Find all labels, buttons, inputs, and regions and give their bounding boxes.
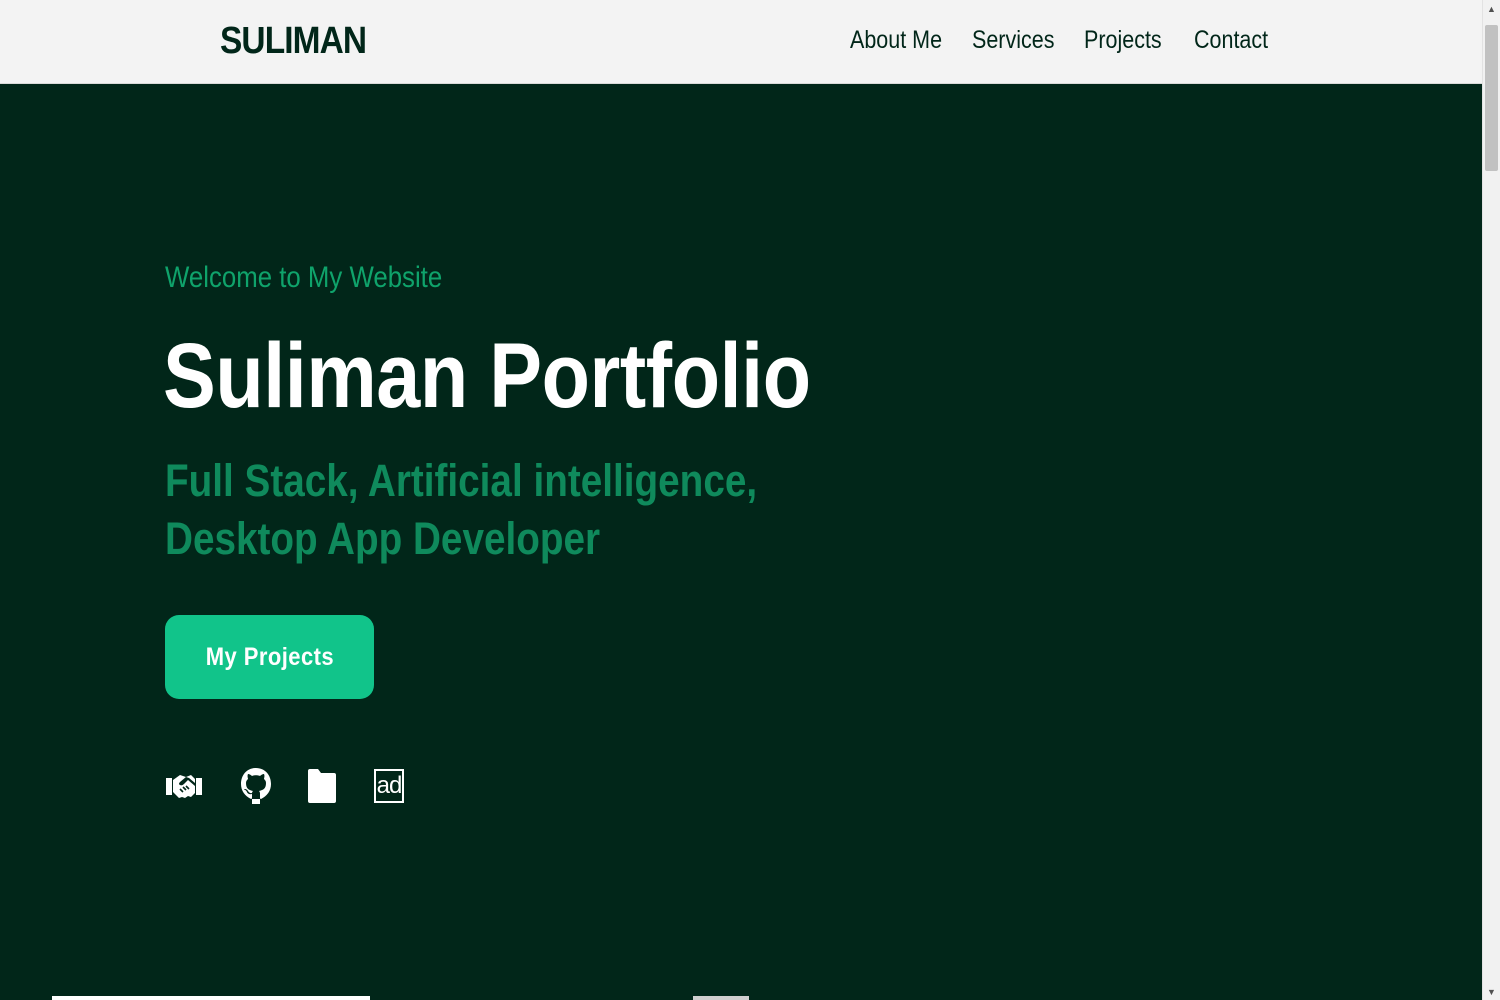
scrollbar[interactable]: ▲ ▼	[1482, 0, 1500, 1000]
scroll-up-arrow-icon[interactable]: ▲	[1483, 0, 1500, 17]
nav-link-projects[interactable]: Projects	[1084, 24, 1162, 56]
scrollbar-thumb[interactable]	[1485, 25, 1498, 171]
bottom-bar-right	[693, 996, 749, 1000]
navbar: SULIMAN About Me Services Projects Conta…	[0, 0, 1482, 84]
page: SULIMAN About Me Services Projects Conta…	[0, 0, 1500, 1000]
nav-link-about-me[interactable]: About Me	[850, 24, 942, 56]
my-projects-button-label: My Projects	[205, 642, 334, 671]
ad-icon[interactable]: ad	[369, 766, 409, 806]
file-icon-svg	[308, 769, 336, 803]
welcome-text: Welcome to My Website	[165, 261, 443, 294]
bottom-bar-left	[52, 996, 370, 1000]
hero-section: Welcome to My Website Suliman Portfolio …	[0, 84, 1482, 1000]
file-icon[interactable]	[302, 766, 342, 806]
hero-subtitle-line-1: Full Stack, Artificial intelligence,	[165, 455, 758, 506]
ad-icon-box: ad	[374, 769, 404, 803]
scroll-down-arrow-icon[interactable]: ▼	[1483, 983, 1500, 1000]
handshake-icon-svg	[166, 775, 202, 798]
hero-subtitle: Full Stack, Artificial intelligence, Des…	[165, 452, 853, 568]
nav-link-services[interactable]: Services	[972, 24, 1054, 56]
nav-link-contact[interactable]: Contact	[1194, 24, 1268, 56]
hero-title: Suliman Portfolio	[163, 325, 811, 427]
brand-logo[interactable]: SULIMAN	[220, 18, 367, 64]
github-icon[interactable]	[236, 766, 276, 806]
hero-subtitle-line-2: Desktop App Developer	[165, 513, 601, 564]
my-projects-button[interactable]: My Projects	[165, 615, 374, 699]
handshake-icon[interactable]	[164, 766, 204, 806]
social-links: ad	[164, 766, 424, 806]
github-icon-svg	[241, 768, 271, 804]
